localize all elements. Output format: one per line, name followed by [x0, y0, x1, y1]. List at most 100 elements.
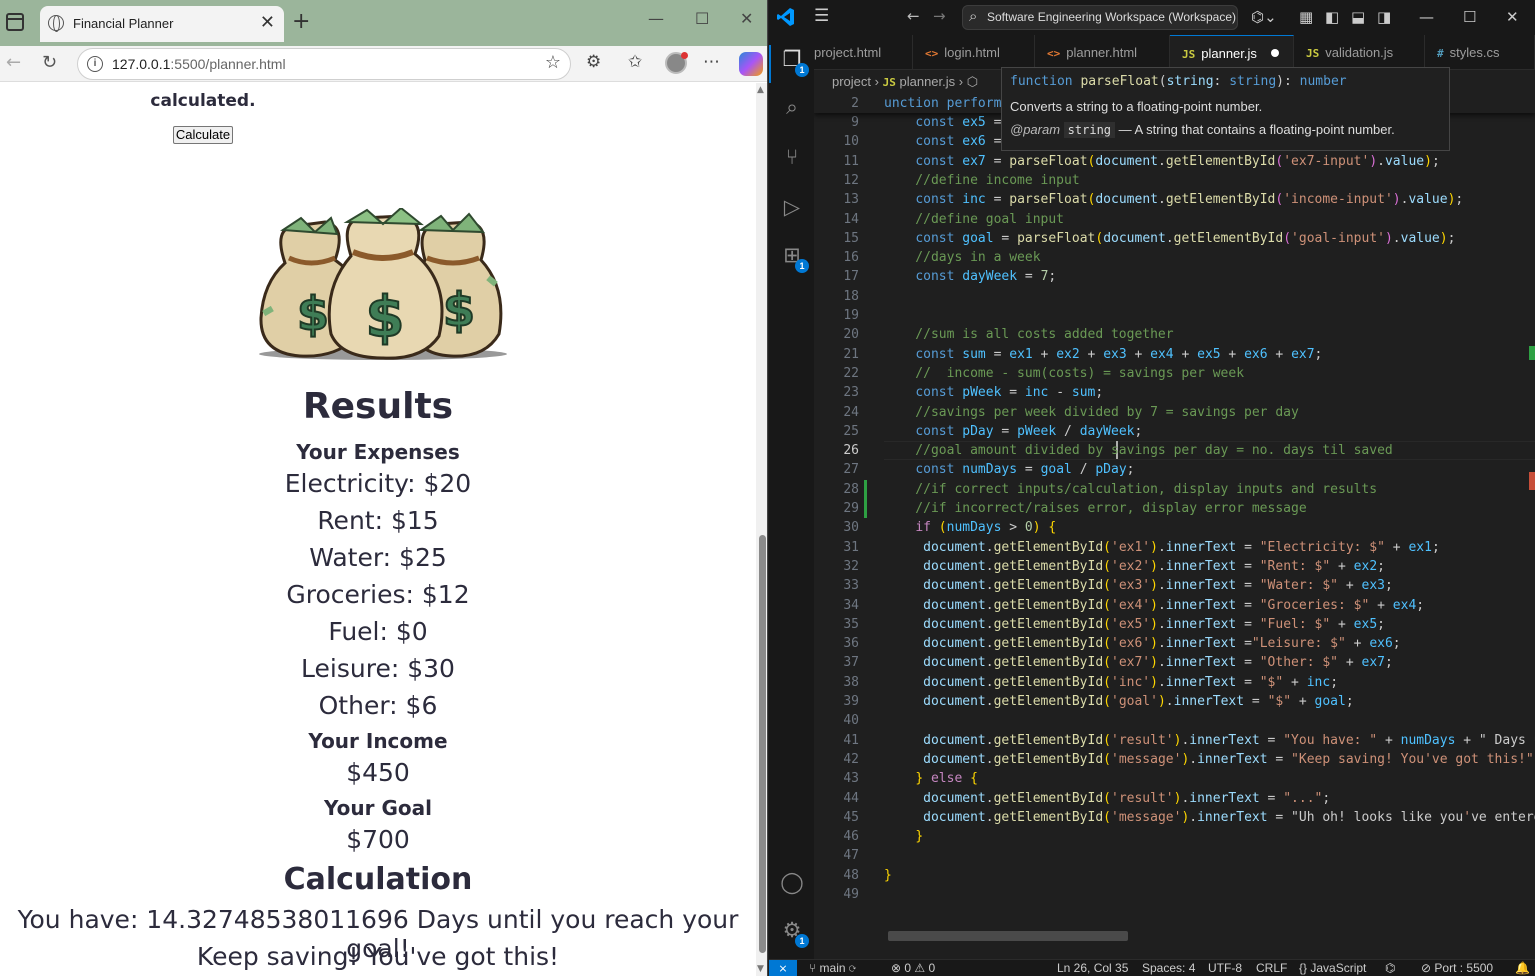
settings-gear-icon[interactable]: ⚙ 1 [779, 918, 809, 948]
address-bar[interactable]: i 127.0.0.1:5500/planner.html ☆ [77, 48, 571, 80]
live-server-port[interactable]: ⊘ Port : 5500 [1421, 960, 1493, 976]
code-line[interactable]: const ex5 = [884, 113, 1009, 132]
code-line[interactable]: const goal = parseFloat(document.getElem… [884, 229, 1455, 248]
code-line[interactable]: document.getElementById('ex1').innerText… [884, 538, 1440, 557]
code-line[interactable]: const numDays = goal / pDay; [884, 460, 1134, 479]
code-line[interactable]: //if incorrect/raises error, display err… [884, 499, 1306, 518]
minimize-icon[interactable]: — [1419, 8, 1434, 26]
tab-project-html[interactable]: project.html [802, 35, 913, 70]
code-line[interactable]: } [884, 827, 923, 846]
code-line[interactable]: document.getElementById('ex3').innerText… [884, 576, 1393, 595]
notifications-bell-icon[interactable]: 🔔 [1515, 960, 1530, 976]
code-line[interactable]: document.getElementById('result').innerT… [884, 789, 1330, 808]
breadcrumb-file[interactable]: planner.js [899, 74, 955, 89]
tab-login-html[interactable]: <> login.html [913, 35, 1035, 70]
horizontal-scrollbar[interactable] [888, 931, 1128, 941]
git-added-indicator[interactable] [864, 499, 867, 519]
code-line[interactable]: //goal amount divided by savings per day… [884, 441, 1392, 460]
overview-ruler[interactable] [1529, 94, 1535, 945]
code-line[interactable]: document.getElementById('goal').innerTex… [884, 692, 1354, 711]
code-line[interactable]: document.getElementById('result').innerT… [884, 731, 1535, 750]
encoding-status[interactable]: UTF-8 [1208, 960, 1242, 976]
favorite-star-icon[interactable]: ☆ [545, 52, 561, 73]
window-menu-icon[interactable] [6, 13, 24, 31]
tab-styles-css[interactable]: # styles.cs [1425, 35, 1535, 70]
code-line[interactable]: document.getElementById('message').inner… [884, 808, 1535, 827]
close-tab-icon[interactable]: ✕ [260, 12, 275, 33]
code-line[interactable]: //define income input [884, 171, 1079, 190]
toggle-primary-sidebar-icon[interactable]: ◧ [1325, 8, 1339, 26]
maximize-icon[interactable]: ☐ [695, 9, 709, 28]
git-added-indicator[interactable] [864, 479, 867, 499]
browser-tab[interactable]: Financial Planner ✕ [40, 6, 284, 42]
layout-customize-icon[interactable]: ▦ [1299, 8, 1313, 26]
copilot-menu-icon[interactable]: ⌬⌄ [1251, 8, 1277, 26]
code-line[interactable]: document.getElementById('inc').innerText… [884, 673, 1338, 692]
close-window-icon[interactable]: ✕ [740, 9, 753, 28]
code-line[interactable]: const pWeek = inc - sum; [884, 383, 1103, 402]
code-line[interactable]: const inc = parseFloat(document.getEleme… [884, 190, 1463, 209]
code-line[interactable]: } [884, 866, 892, 885]
toggle-secondary-sidebar-icon[interactable]: ◨ [1377, 8, 1391, 26]
code-line[interactable]: const ex6 = [884, 132, 1009, 151]
code-line[interactable]: //if correct inputs/calculation, display… [884, 480, 1377, 499]
copilot-status-icon[interactable]: ⌬ [1385, 960, 1395, 976]
tab-planner-js[interactable]: JS planner.js [1170, 35, 1294, 70]
code-line[interactable]: } else { [884, 769, 978, 788]
scroll-down-icon[interactable]: ▼ [757, 964, 764, 974]
code-line[interactable]: const pDay = pWeek / dayWeek; [884, 422, 1142, 441]
code-line[interactable]: //savings per week divided by 7 = saving… [884, 403, 1299, 422]
command-center-search[interactable]: Software Engineering Workspace (Workspac… [962, 5, 1238, 30]
remote-indicator-icon[interactable]: ⨯ [769, 960, 797, 976]
code-line[interactable]: //define goal input [884, 210, 1064, 229]
accounts-icon[interactable]: ◯ [779, 870, 805, 896]
code-line[interactable]: document.getElementById('ex6').innerText… [884, 634, 1400, 653]
site-info-icon[interactable]: i [87, 56, 103, 72]
code-line[interactable]: const ex7 = parseFloat(document.getEleme… [884, 152, 1439, 171]
problems-status[interactable]: ⊗ 0 ⚠ 0 [891, 960, 935, 976]
code-line[interactable]: // income - sum(costs) = savings per wee… [884, 364, 1244, 383]
code-line[interactable]: document.getElementById('ex4').innerText… [884, 596, 1424, 615]
source-control-icon[interactable]: ⑂ [779, 145, 805, 171]
nav-back-icon[interactable]: ← [907, 7, 920, 25]
back-icon[interactable]: ← [6, 52, 21, 73]
minimize-icon[interactable]: — [648, 9, 664, 28]
code-editor[interactable]: 2 unction perform 9 const ex5 = 10 const… [814, 94, 1535, 945]
cursor-position[interactable]: Ln 26, Col 35 [1057, 960, 1128, 976]
unsaved-dot-icon[interactable] [1270, 49, 1279, 57]
page-scrollbar[interactable]: ▲ ▼ [756, 83, 767, 976]
tab-validation-js[interactable]: JS validation.js [1294, 35, 1425, 70]
code-line[interactable]: if (numDays > 0) { [884, 518, 1056, 537]
favorites-icon[interactable]: ✩ [628, 52, 642, 72]
maximize-icon[interactable]: ☐ [1463, 8, 1476, 26]
new-tab-button[interactable]: + [292, 9, 310, 34]
url-text[interactable]: 127.0.0.1:5500/planner.html [112, 56, 286, 72]
menu-icon[interactable]: ☰ [814, 6, 829, 26]
indentation-status[interactable]: Spaces: 4 [1142, 960, 1195, 976]
refresh-icon[interactable]: ↻ [42, 52, 57, 73]
extensions-icon[interactable]: ⚙ [586, 52, 601, 72]
code-line[interactable]: const sum = ex1 + ex2 + ex3 + ex4 + ex5 … [884, 345, 1322, 364]
nav-forward-icon[interactable]: → [933, 7, 946, 25]
code-line[interactable]: //sum is all costs added together [884, 325, 1173, 344]
toggle-panel-icon[interactable]: ⬓ [1351, 8, 1365, 26]
code-line[interactable]: document.getElementById('message').inner… [884, 750, 1534, 769]
code-line[interactable]: document.getElementById('ex7').innerText… [884, 653, 1393, 672]
code-line[interactable]: document.getElementById('ex5').innerText… [884, 615, 1385, 634]
calculate-button[interactable]: Calculate [173, 126, 233, 144]
symbol-icon[interactable]: ⬡ [967, 74, 978, 89]
scroll-up-icon[interactable]: ▲ [757, 85, 764, 95]
code-line[interactable]: //days in a week [884, 248, 1040, 267]
more-options-icon[interactable]: ⋯ [703, 52, 720, 72]
code-line[interactable]: const dayWeek = 7; [884, 267, 1056, 286]
copilot-icon[interactable] [739, 52, 763, 76]
eol-status[interactable]: CRLF [1256, 960, 1287, 976]
run-debug-icon[interactable]: ▷ [779, 195, 805, 221]
close-window-icon[interactable]: ✕ [1506, 8, 1519, 26]
language-mode[interactable]: {} JavaScript [1299, 960, 1366, 976]
tab-planner-html[interactable]: <> planner.html [1035, 35, 1170, 70]
scrollbar-thumb[interactable] [759, 535, 766, 953]
search-icon[interactable]: ⌕ [779, 95, 805, 121]
profile-avatar-icon[interactable] [665, 52, 688, 74]
breadcrumb-folder[interactable]: project [832, 74, 871, 89]
